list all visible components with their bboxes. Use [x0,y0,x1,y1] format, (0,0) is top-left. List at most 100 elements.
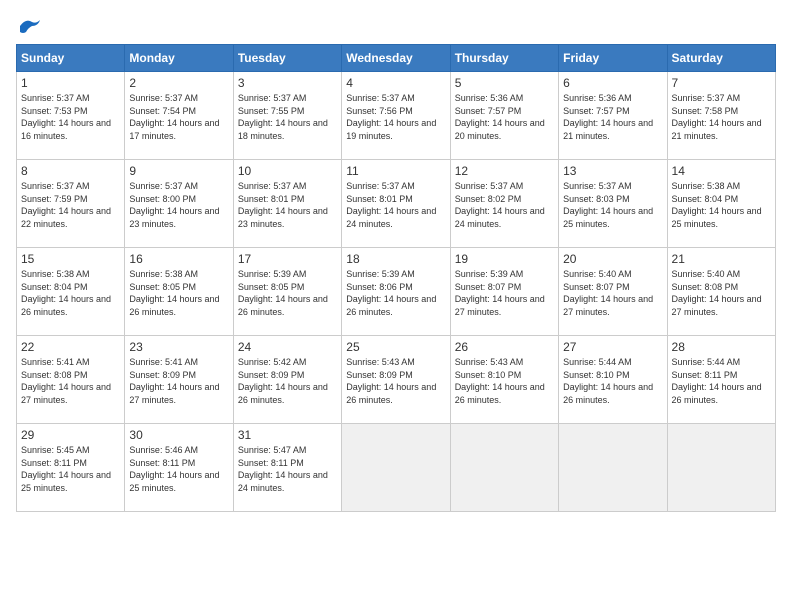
calendar-header-wednesday: Wednesday [342,45,450,72]
cell-info: Sunrise: 5:44 AMSunset: 8:10 PMDaylight:… [563,356,662,406]
calendar-week-4: 22 Sunrise: 5:41 AMSunset: 8:08 PMDayligh… [17,336,776,424]
day-number: 19 [455,252,554,266]
day-number: 25 [346,340,445,354]
cell-info: Sunrise: 5:45 AMSunset: 8:11 PMDaylight:… [21,444,120,494]
cell-info: Sunrise: 5:38 AMSunset: 8:05 PMDaylight:… [129,268,228,318]
day-number: 23 [129,340,228,354]
calendar-cell [342,424,450,512]
cell-info: Sunrise: 5:37 AMSunset: 7:59 PMDaylight:… [21,180,120,230]
day-number: 30 [129,428,228,442]
cell-info: Sunrise: 5:40 AMSunset: 8:08 PMDaylight:… [672,268,771,318]
calendar-cell: 28 Sunrise: 5:44 AMSunset: 8:11 PMDayligh… [667,336,775,424]
cell-info: Sunrise: 5:40 AMSunset: 8:07 PMDaylight:… [563,268,662,318]
calendar-cell: 21 Sunrise: 5:40 AMSunset: 8:08 PMDayligh… [667,248,775,336]
day-number: 13 [563,164,662,178]
calendar-cell: 30 Sunrise: 5:46 AMSunset: 8:11 PMDayligh… [125,424,233,512]
day-number: 20 [563,252,662,266]
calendar-cell: 5Sunrise: 5:36 AMSunset: 7:57 PMDaylight… [450,72,558,160]
calendar-cell: 12Sunrise: 5:37 AMSunset: 8:02 PMDayligh… [450,160,558,248]
calendar-cell: 20 Sunrise: 5:40 AMSunset: 8:07 PMDayligh… [559,248,667,336]
calendar-cell: 9 Sunrise: 5:37 AMSunset: 8:00 PMDaylight… [125,160,233,248]
day-number: 26 [455,340,554,354]
day-number: 3 [238,76,337,90]
cell-info: Sunrise: 5:39 AMSunset: 8:06 PMDaylight:… [346,268,445,318]
cell-info: Sunrise: 5:42 AMSunset: 8:09 PMDaylight:… [238,356,337,406]
day-number: 1 [21,76,120,90]
day-number: 9 [129,164,228,178]
logo-bird-icon [18,16,42,36]
day-number: 11 [346,164,445,178]
cell-info: Sunrise: 5:39 AMSunset: 8:05 PMDaylight:… [238,268,337,318]
calendar-cell: 27 Sunrise: 5:44 AMSunset: 8:10 PMDayligh… [559,336,667,424]
calendar-cell: 19Sunrise: 5:39 AMSunset: 8:07 PMDayligh… [450,248,558,336]
calendar-cell: 24 Sunrise: 5:42 AMSunset: 8:09 PMDayligh… [233,336,341,424]
cell-info: Sunrise: 5:37 AMSunset: 7:58 PMDaylight:… [672,92,771,142]
cell-info: Sunrise: 5:41 AMSunset: 8:08 PMDaylight:… [21,356,120,406]
cell-info: Sunrise: 5:37 AMSunset: 7:53 PMDaylight:… [21,92,120,142]
calendar-header-saturday: Saturday [667,45,775,72]
calendar-cell [559,424,667,512]
day-number: 27 [563,340,662,354]
calendar-header-friday: Friday [559,45,667,72]
calendar-cell: 23 Sunrise: 5:41 AMSunset: 8:09 PMDayligh… [125,336,233,424]
cell-info: Sunrise: 5:37 AMSunset: 8:01 PMDaylight:… [346,180,445,230]
cell-info: Sunrise: 5:37 AMSunset: 7:56 PMDaylight:… [346,92,445,142]
calendar-cell [450,424,558,512]
day-number: 12 [455,164,554,178]
day-number: 7 [672,76,771,90]
calendar-cell: 6 Sunrise: 5:36 AMSunset: 7:57 PMDaylight… [559,72,667,160]
calendar-header-thursday: Thursday [450,45,558,72]
day-number: 28 [672,340,771,354]
day-number: 6 [563,76,662,90]
day-number: 24 [238,340,337,354]
day-number: 8 [21,164,120,178]
calendar-week-1: 1 Sunrise: 5:37 AMSunset: 7:53 PMDaylight… [17,72,776,160]
calendar-cell: 25 Sunrise: 5:43 AMSunset: 8:09 PMDayligh… [342,336,450,424]
cell-info: Sunrise: 5:43 AMSunset: 8:09 PMDaylight:… [346,356,445,406]
day-number: 21 [672,252,771,266]
calendar-cell: 4 Sunrise: 5:37 AMSunset: 7:56 PMDaylight… [342,72,450,160]
day-number: 17 [238,252,337,266]
calendar-table: SundayMondayTuesdayWednesdayThursdayFrid… [16,44,776,512]
day-number: 2 [129,76,228,90]
calendar-cell: 29Sunrise: 5:45 AMSunset: 8:11 PMDayligh… [17,424,125,512]
day-number: 16 [129,252,228,266]
day-number: 22 [21,340,120,354]
calendar-header-sunday: Sunday [17,45,125,72]
day-number: 15 [21,252,120,266]
calendar-cell [667,424,775,512]
calendar-cell: 7 Sunrise: 5:37 AMSunset: 7:58 PMDaylight… [667,72,775,160]
calendar-cell: 1 Sunrise: 5:37 AMSunset: 7:53 PMDaylight… [17,72,125,160]
calendar-cell: 31Sunrise: 5:47 AMSunset: 8:11 PMDayligh… [233,424,341,512]
calendar-cell: 14Sunrise: 5:38 AMSunset: 8:04 PMDayligh… [667,160,775,248]
calendar-body: 1 Sunrise: 5:37 AMSunset: 7:53 PMDaylight… [17,72,776,512]
calendar-cell: 17 Sunrise: 5:39 AMSunset: 8:05 PMDayligh… [233,248,341,336]
day-number: 4 [346,76,445,90]
calendar-cell: 10 Sunrise: 5:37 AMSunset: 8:01 PMDayligh… [233,160,341,248]
day-number: 10 [238,164,337,178]
calendar-header-row: SundayMondayTuesdayWednesdayThursdayFrid… [17,45,776,72]
calendar-cell: 3 Sunrise: 5:37 AMSunset: 7:55 PMDaylight… [233,72,341,160]
cell-info: Sunrise: 5:37 AMSunset: 8:00 PMDaylight:… [129,180,228,230]
cell-info: Sunrise: 5:37 AMSunset: 8:03 PMDaylight:… [563,180,662,230]
day-number: 31 [238,428,337,442]
cell-info: Sunrise: 5:41 AMSunset: 8:09 PMDaylight:… [129,356,228,406]
cell-info: Sunrise: 5:46 AMSunset: 8:11 PMDaylight:… [129,444,228,494]
cell-info: Sunrise: 5:36 AMSunset: 7:57 PMDaylight:… [455,92,554,142]
day-number: 18 [346,252,445,266]
cell-info: Sunrise: 5:43 AMSunset: 8:10 PMDaylight:… [455,356,554,406]
cell-info: Sunrise: 5:37 AMSunset: 8:01 PMDaylight:… [238,180,337,230]
calendar-cell: 22 Sunrise: 5:41 AMSunset: 8:08 PMDayligh… [17,336,125,424]
calendar-cell: 13 Sunrise: 5:37 AMSunset: 8:03 PMDayligh… [559,160,667,248]
cell-info: Sunrise: 5:38 AMSunset: 8:04 PMDaylight:… [672,180,771,230]
cell-info: Sunrise: 5:44 AMSunset: 8:11 PMDaylight:… [672,356,771,406]
cell-info: Sunrise: 5:38 AMSunset: 8:04 PMDaylight:… [21,268,120,318]
page-header [16,16,776,36]
cell-info: Sunrise: 5:37 AMSunset: 7:55 PMDaylight:… [238,92,337,142]
calendar-week-5: 29Sunrise: 5:45 AMSunset: 8:11 PMDayligh… [17,424,776,512]
calendar-cell: 2Sunrise: 5:37 AMSunset: 7:54 PMDaylight… [125,72,233,160]
cell-info: Sunrise: 5:36 AMSunset: 7:57 PMDaylight:… [563,92,662,142]
calendar-cell: 16 Sunrise: 5:38 AMSunset: 8:05 PMDayligh… [125,248,233,336]
calendar-week-2: 8 Sunrise: 5:37 AMSunset: 7:59 PMDaylight… [17,160,776,248]
calendar-header-monday: Monday [125,45,233,72]
